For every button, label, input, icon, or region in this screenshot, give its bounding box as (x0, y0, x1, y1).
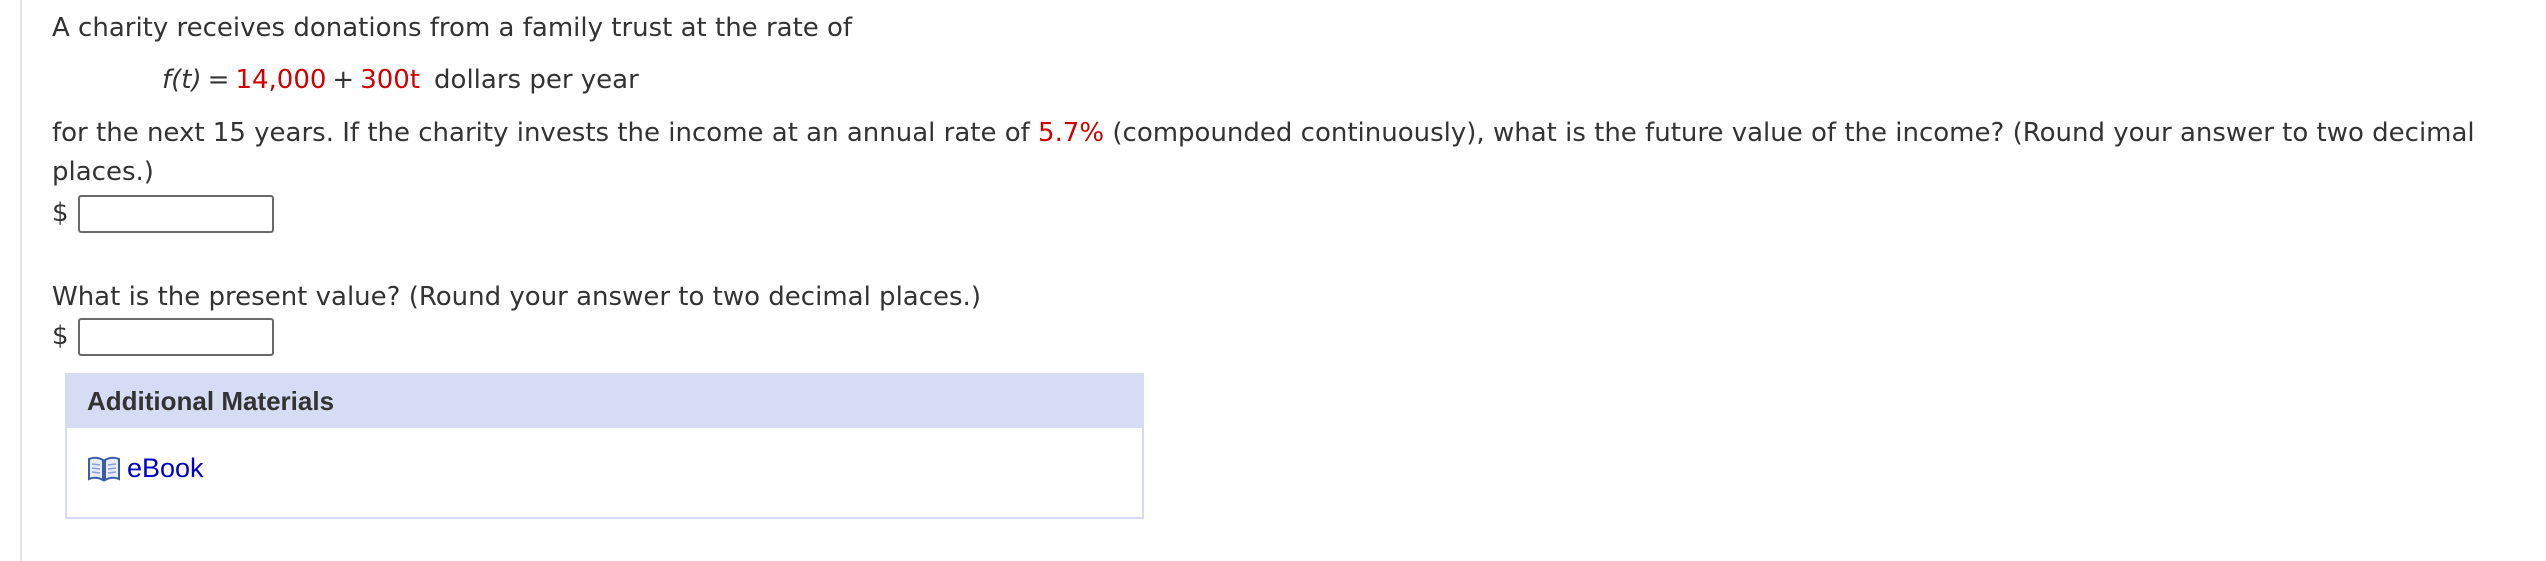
additional-materials-header: Additional Materials (67, 375, 1142, 428)
formula-lhs: f(t) (162, 65, 202, 95)
interest-rate: 5.7% (1038, 118, 1105, 148)
future-value-input[interactable] (78, 194, 274, 233)
left-divider (20, 0, 22, 561)
additional-materials-panel: Additional Materials eBook (65, 373, 1144, 519)
formula-plus: + (332, 65, 355, 95)
ebook-label: eBook (127, 453, 204, 483)
currency-symbol: $ (52, 321, 69, 351)
future-value-answer-row: $ (52, 194, 274, 233)
currency-symbol: $ (52, 198, 69, 228)
present-value-answer-row: $ (52, 317, 274, 356)
formula-linear-term: 300t (360, 65, 421, 95)
book-icon (87, 455, 121, 483)
ebook-link[interactable]: eBook (87, 453, 204, 484)
present-value-input[interactable] (78, 317, 274, 356)
part1-text-a: for the next 15 years. If the charity in… (52, 118, 1039, 148)
formula-equals: = (207, 65, 230, 95)
question-page: A charity receives donations from a fami… (0, 0, 2546, 561)
formula-unit: dollars per year (434, 65, 639, 95)
question-intro: A charity receives donations from a fami… (52, 13, 853, 43)
formula-constant: 14,000 (235, 65, 327, 95)
question-part1: for the next 15 years. If the charity in… (52, 114, 2512, 192)
question-part2: What is the present value? (Round your a… (52, 282, 981, 312)
rate-formula: f(t) = 14,000 +300t dollars per year (162, 61, 639, 100)
